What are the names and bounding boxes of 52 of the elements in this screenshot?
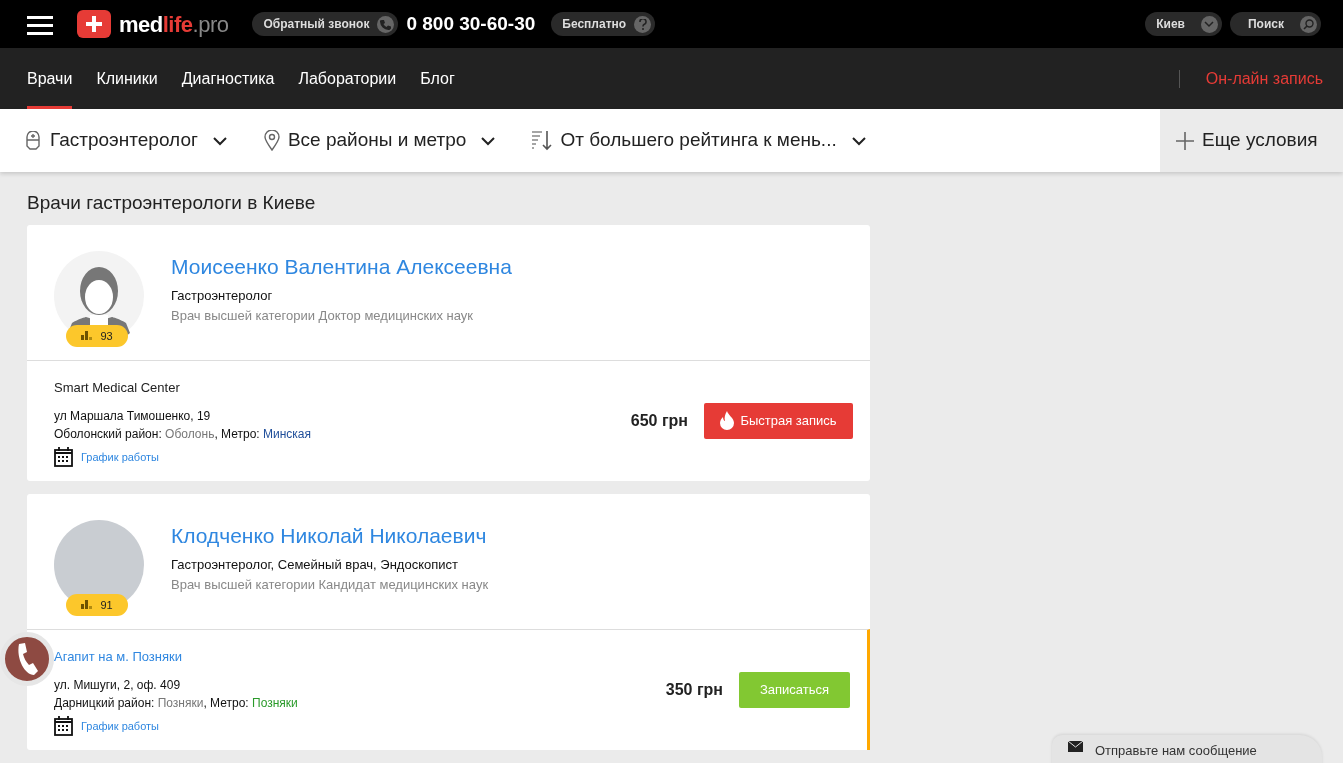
envelope-icon xyxy=(1068,741,1083,752)
metro-station: Минская xyxy=(263,426,311,441)
page-heading: Врачи гастроэнтерологи в Киеве xyxy=(27,192,317,215)
doctor-specialty: Гастроэнтеролог, Семейный врач, Эндоскопист xyxy=(171,556,459,575)
question-mark-icon xyxy=(638,18,647,30)
more-filters-button[interactable]: Еще условия xyxy=(1160,109,1343,172)
rating-value: 91 xyxy=(100,597,113,613)
doctor-category: Врач высшей категории Кандидат медицинских наук xyxy=(171,575,489,594)
clinic-name[interactable]: Smart Medical Center xyxy=(54,379,180,395)
flame-icon xyxy=(720,411,735,431)
nav-tab[interactable]: Клиники xyxy=(96,48,158,109)
price: 650 грн xyxy=(630,410,688,431)
menu-icon xyxy=(27,14,53,35)
doctor-name[interactable]: Моисеенко Валентина Алексеевна xyxy=(171,250,512,283)
message-widget[interactable]: Отправьте нам сообщение xyxy=(1052,735,1322,763)
price: 350 грн xyxy=(665,679,723,700)
clinic-name[interactable]: Агапит на м. Позняки xyxy=(54,648,182,664)
clinic-address: ул. Мишуги, 2, оф. 409 xyxy=(54,676,182,694)
sort-icon xyxy=(532,130,553,151)
logo-text[interactable]: medlife.pro xyxy=(119,7,229,41)
bar-chart-icon xyxy=(81,600,95,610)
chevron-down-icon xyxy=(1204,20,1215,28)
callback-button[interactable]: Обратный звонок xyxy=(252,12,399,36)
nav-tab[interactable]: Блог xyxy=(420,48,455,109)
filter-dropdown[interactable]: От большего рейтинга к мень... xyxy=(532,126,867,155)
schedule-link[interactable]: График работы xyxy=(81,448,159,466)
clinic-location: Оболонский район: Оболонь, Метро: Минская xyxy=(54,425,312,443)
calendar-icon xyxy=(54,446,73,467)
booking-button[interactable]: Быстрая запись xyxy=(704,402,853,439)
rating-value: 93 xyxy=(100,328,113,344)
doctor-category: Врач высшей категории Доктор медицинских наук xyxy=(171,306,475,325)
schedule-link[interactable]: График работы xyxy=(81,717,159,735)
nav-tab[interactable]: Диагностика xyxy=(181,48,275,109)
cross-icon xyxy=(86,16,102,32)
call-button[interactable] xyxy=(0,632,54,686)
phone-number[interactable]: 0 800 30-60-30 xyxy=(406,9,536,39)
filter-dropdown[interactable]: Гастроэнтеролог xyxy=(24,126,228,155)
doctor-specialty: Гастроэнтеролог xyxy=(171,287,274,306)
search-button[interactable]: Поиск xyxy=(1230,12,1321,36)
clinic-address: ул Маршала Тимошенко, 19 xyxy=(54,407,212,425)
city-select[interactable]: Киев xyxy=(1145,12,1222,36)
bar-chart-icon xyxy=(81,331,95,341)
metro-station: Позняки xyxy=(252,695,298,710)
clinic-location: Дарницкий район: Позняки, Метро: Позняки xyxy=(54,694,299,712)
plus-icon xyxy=(1176,131,1194,150)
filter-dropdown[interactable]: Все районы и метро xyxy=(263,126,497,155)
nav-tab[interactable]: Лаборатории xyxy=(298,48,397,109)
doctor-name[interactable]: Клодченко Николай Николаевич xyxy=(171,519,489,552)
calendar-icon xyxy=(54,715,73,736)
location-pin-icon xyxy=(263,130,280,151)
online-booking-link[interactable]: Он-лайн запись xyxy=(1178,69,1323,88)
free-call-button[interactable]: Бесплатно xyxy=(551,12,656,36)
